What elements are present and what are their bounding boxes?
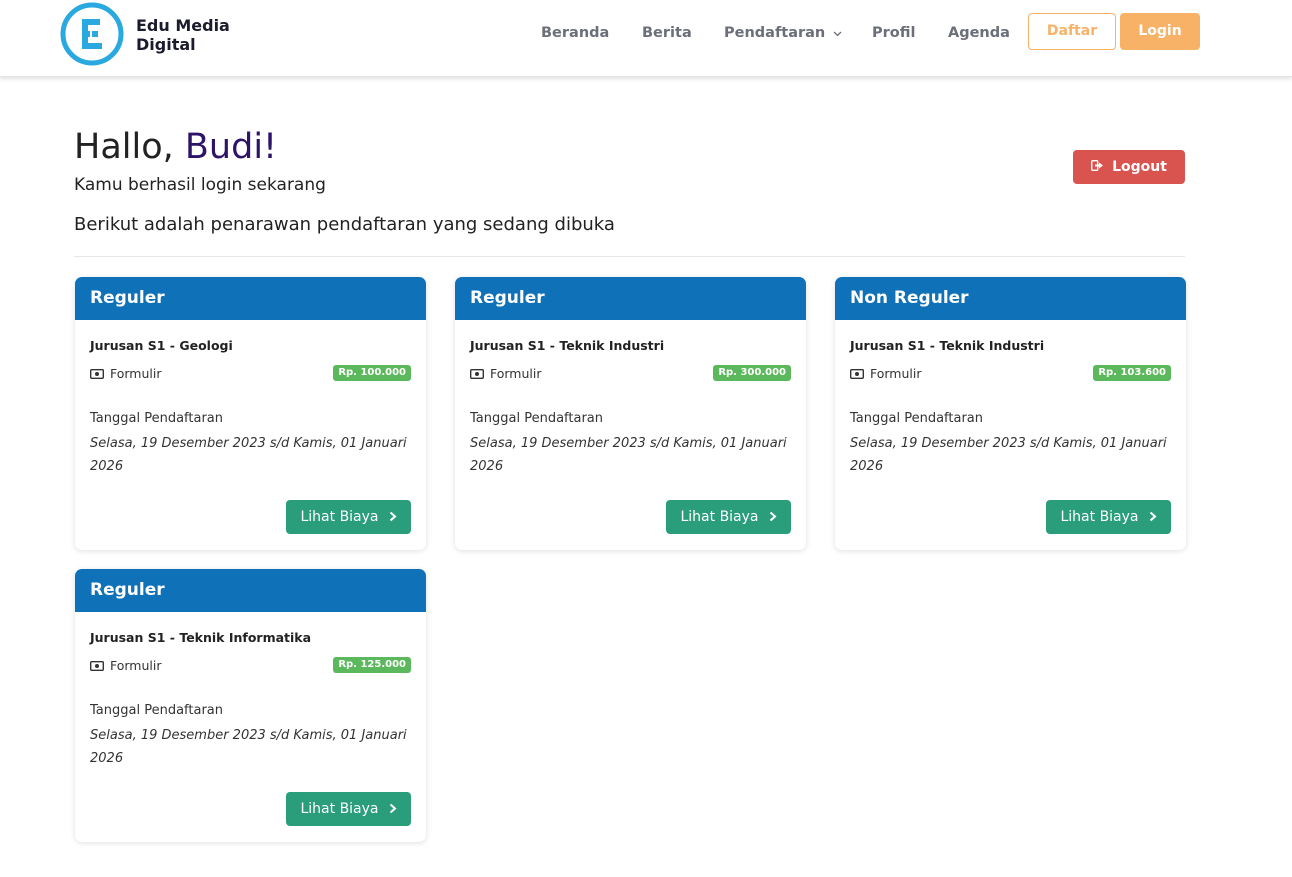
navbar: Edu Media Digital Beranda Berita Pendaft… <box>0 0 1292 77</box>
user-name: Budi! <box>184 127 278 167</box>
chevron-right-icon <box>1149 511 1157 521</box>
intro-text: Berikut adalah penarawan pendaftaran yan… <box>74 214 615 235</box>
card-jurusan: Jurusan S1 - Teknik Industri <box>470 338 665 353</box>
price-badge: Rp. 103.600 <box>1093 365 1171 381</box>
daftar-button[interactable]: Daftar <box>1028 13 1116 50</box>
money-icon <box>89 660 105 671</box>
card-form-row: Formulir <box>89 658 162 673</box>
card-tanggal-label: Tanggal Pendaftaran <box>90 703 224 718</box>
card-form-label: Formulir <box>110 658 162 673</box>
registration-card: Reguler Jurusan S1 - Geologi Formulir Rp… <box>75 277 426 550</box>
card-title: Reguler <box>75 569 426 612</box>
nav-profil[interactable]: Profil <box>872 23 915 43</box>
card-form-label: Formulir <box>490 366 542 381</box>
lihat-biaya-label: Lihat Biaya <box>680 509 759 525</box>
registration-card: Reguler Jurusan S1 - Teknik Informatika … <box>75 569 426 842</box>
card-title: Reguler <box>455 277 806 320</box>
registration-card: Non Reguler Jurusan S1 - Teknik Industri… <box>835 277 1186 550</box>
money-icon <box>89 368 105 379</box>
registration-card: Reguler Jurusan S1 - Teknik Industri For… <box>455 277 806 550</box>
lihat-biaya-button[interactable]: Lihat Biaya <box>666 500 791 534</box>
login-button[interactable]: Login <box>1120 13 1200 50</box>
card-form-label: Formulir <box>110 366 162 381</box>
nav-pendaftaran-label: Pendaftaran <box>724 25 826 41</box>
lihat-biaya-label: Lihat Biaya <box>300 801 379 817</box>
card-tanggal-value: Selasa, 19 Desember 2023 s/d Kamis, 01 J… <box>850 436 1167 474</box>
nav-beranda[interactable]: Beranda <box>541 23 609 43</box>
card-jurusan: Jurusan S1 - Teknik Informatika <box>90 630 312 645</box>
logout-button[interactable]: Logout <box>1073 150 1185 184</box>
lihat-biaya-button[interactable]: Lihat Biaya <box>1046 500 1171 534</box>
nav-pendaftaran[interactable]: Pendaftaran <box>724 23 842 43</box>
card-tanggal-label: Tanggal Pendaftaran <box>470 411 604 426</box>
card-title: Non Reguler <box>835 277 1186 320</box>
chevron-right-icon <box>769 511 777 521</box>
lihat-biaya-label: Lihat Biaya <box>1060 509 1139 525</box>
brand-name[interactable]: Edu Media Digital <box>136 16 246 54</box>
card-tanggal-label: Tanggal Pendaftaran <box>850 411 984 426</box>
card-jurusan: Jurusan S1 - Teknik Industri <box>850 338 1045 353</box>
chevron-down-icon <box>833 23 842 43</box>
chevron-right-icon <box>389 511 397 521</box>
nav-agenda[interactable]: Agenda <box>948 23 1010 43</box>
card-tanggal-value: Selasa, 19 Desember 2023 s/d Kamis, 01 J… <box>470 436 787 474</box>
price-badge: Rp. 125.000 <box>333 657 411 673</box>
lihat-biaya-button[interactable]: Lihat Biaya <box>286 792 411 826</box>
card-tanggal-label: Tanggal Pendaftaran <box>90 411 224 426</box>
lihat-biaya-button[interactable]: Lihat Biaya <box>286 500 411 534</box>
hello-text: Hallo, <box>74 127 174 167</box>
divider <box>74 256 1185 257</box>
money-icon <box>469 368 485 379</box>
money-icon <box>849 368 865 379</box>
page-title: Hallo, Budi! <box>74 124 277 170</box>
card-jurusan: Jurusan S1 - Geologi <box>90 338 233 353</box>
sign-out-icon <box>1091 159 1104 172</box>
price-badge: Rp. 100.000 <box>333 365 411 381</box>
chevron-right-icon <box>389 803 397 813</box>
edu-media-logo-icon[interactable] <box>60 2 124 66</box>
card-form-row: Formulir <box>89 366 162 381</box>
card-tanggal-value: Selasa, 19 Desember 2023 s/d Kamis, 01 J… <box>90 436 407 474</box>
nav-berita[interactable]: Berita <box>642 23 692 43</box>
card-form-label: Formulir <box>870 366 922 381</box>
card-title: Reguler <box>75 277 426 320</box>
lihat-biaya-label: Lihat Biaya <box>300 509 379 525</box>
login-success-text: Kamu berhasil login sekarang <box>74 175 326 195</box>
card-tanggal-value: Selasa, 19 Desember 2023 s/d Kamis, 01 J… <box>90 728 407 766</box>
card-form-row: Formulir <box>469 366 542 381</box>
price-badge: Rp. 300.000 <box>713 365 791 381</box>
logout-label: Logout <box>1112 159 1167 175</box>
card-form-row: Formulir <box>849 366 922 381</box>
